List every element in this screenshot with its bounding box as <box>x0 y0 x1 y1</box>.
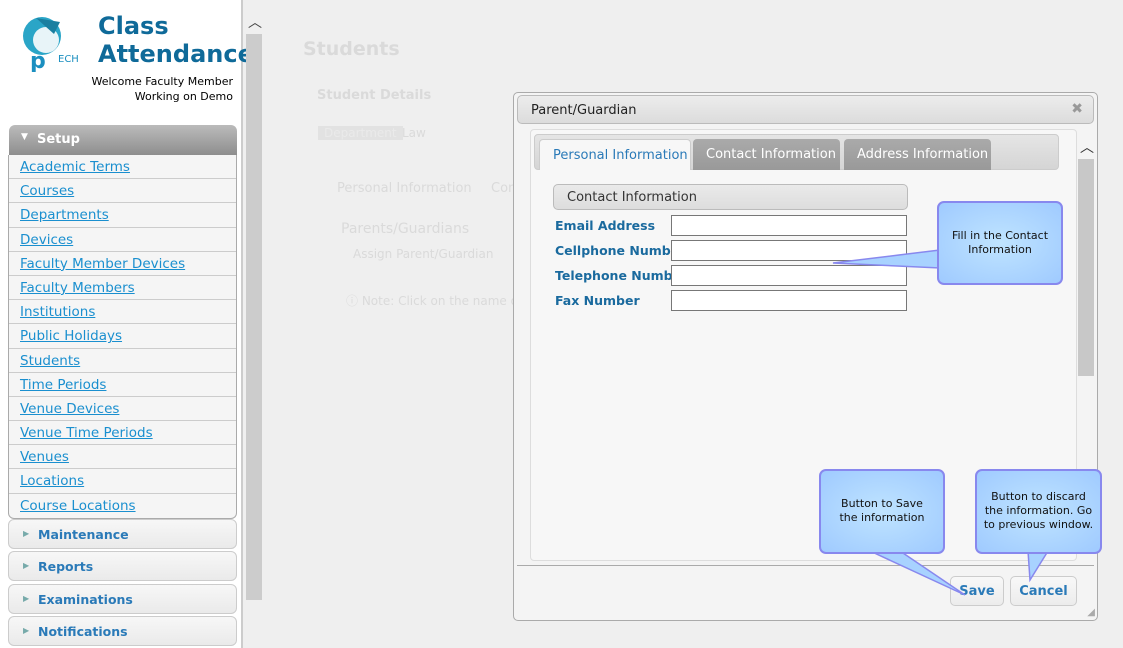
save-callout: Button to Save the information <box>819 469 945 554</box>
contact-callout-pointer <box>832 249 941 269</box>
contact-callout: Fill in the Contact Information <box>937 201 1063 285</box>
cancel-callout-pointer <box>1027 550 1050 583</box>
callout-pointers <box>832 249 1050 596</box>
cancel-callout: Button to discard the information. Go to… <box>975 469 1102 554</box>
save-callout-pointer <box>869 550 966 596</box>
